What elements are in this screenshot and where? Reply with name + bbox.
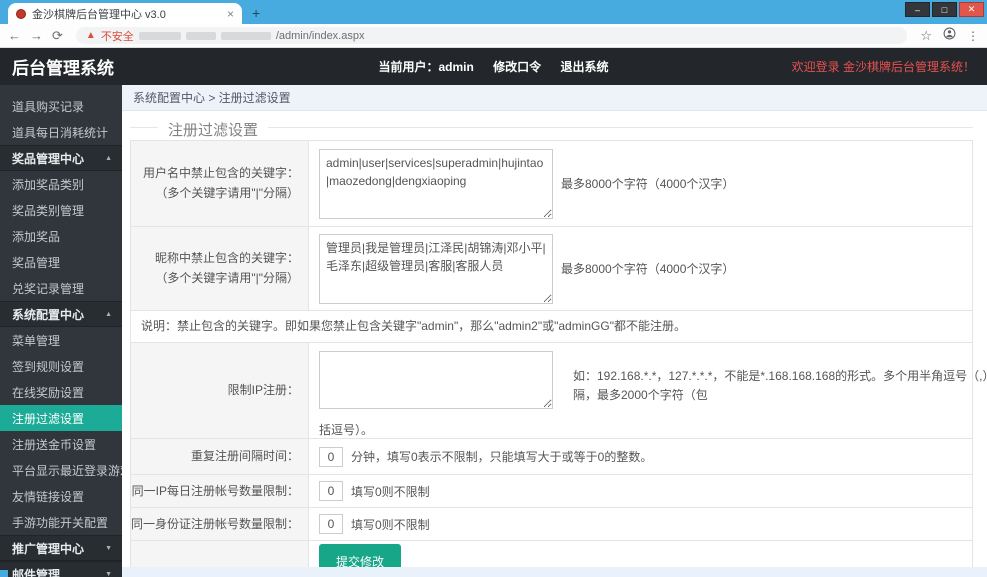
row-username-keywords: 用户名中禁止包含的关键字： （多个关键字请用"|"分隔） admin|user|… [131,141,972,227]
sidebar-item-prop-purchase-records[interactable]: 道具购买记录 [0,93,122,119]
current-user-label: 当前用户：admin [378,60,474,74]
reload-icon[interactable]: ⟳ [52,29,63,42]
security-warning-label: 不安全 [100,30,134,43]
ip-daily-limit-hint: 填写0则不限制 [351,484,430,499]
page-title: 注册过滤设置 [158,119,269,140]
username-keywords-sublabel: （多个关键字请用"|"分隔） [155,185,299,200]
idcard-limit-input[interactable] [319,514,343,535]
sidebar-section-mail[interactable]: 邮件管理 ▼ [0,561,122,577]
sidebar-section-prize-management[interactable]: 奖品管理中心 ▲ [0,145,122,171]
ip-limit-hint: 如：192.168.*.*，127.*.*.*，不能是*.168.168.168… [573,369,987,403]
back-icon[interactable]: ← [8,29,21,42]
minimize-button[interactable]: – [905,2,930,17]
ip-limit-hint-cont: 括逗号）。 [319,423,374,438]
ip-limit-label: 限制IP注册： [227,383,299,398]
footer [122,567,987,577]
sidebar-item-mobile-switches[interactable]: 手游功能开关配置 [0,509,122,535]
url-path: /admin/index.aspx [275,29,365,42]
sidebar-item-add-prize-category[interactable]: 添加奖品类别 [0,171,122,197]
logout-link[interactable]: 退出系统 [561,60,609,74]
main-panel: 系统配置中心 > 注册过滤设置 注册过滤设置 用户名中禁止包含的关键字： （多个… [122,85,987,577]
browser-tab[interactable]: 金沙棋牌后台管理中心 v3.0 × [8,3,242,24]
corner-decoration [0,570,8,577]
sidebar: 道具购买记录 道具每日消耗统计 奖品管理中心 ▲ 添加奖品类别 奖品类别管理 添加… [0,85,122,577]
site-favicon-icon [16,8,26,19]
window-controls: – □ ✕ [905,2,984,17]
redacted-domain-block [185,31,216,40]
chevron-up-icon: ▲ [105,310,112,318]
sidebar-section-system-config[interactable]: 系统配置中心 ▲ [0,301,122,327]
welcome-message: 欢迎登录 金沙棋牌后台管理系统！ [791,60,975,74]
profile-icon[interactable] [943,27,956,45]
new-tab-button[interactable]: + [252,5,260,21]
section-divider: 注册过滤设置 [130,119,973,140]
browser-toolbar: ← → ⟳ ▲ 不安全 /admin/index.aspx ☆ ⋮ [0,24,987,48]
ip-daily-limit-label: 同一IP每日注册帐号数量限制： [131,483,299,498]
repeat-interval-hint: 分钟，填写0表示不限制，只能填写大于或等于0的整数。 [351,450,653,465]
browser-titlebar: 金沙棋牌后台管理中心 v3.0 × + – □ ✕ [0,0,987,24]
sidebar-item-prize-category-management[interactable]: 奖品类别管理 [0,197,122,223]
idcard-limit-hint: 填写0则不限制 [351,517,430,532]
row-repeat-interval: 重复注册间隔时间： 分钟，填写0表示不限制，只能填写大于或等于0的整数。 [131,439,972,476]
repeat-interval-label: 重复注册间隔时间： [190,449,299,464]
maximize-button[interactable]: □ [932,2,957,17]
app-body: 道具购买记录 道具每日消耗统计 奖品管理中心 ▲ 添加奖品类别 奖品类别管理 添加… [0,85,987,577]
ip-daily-limit-input[interactable] [319,481,343,502]
sidebar-item-clipped[interactable] [0,85,122,93]
sidebar-item-online-rewards[interactable]: 在线奖励设置 [0,379,122,405]
sidebar-item-register-filter[interactable]: 注册过滤设置 [0,405,122,431]
sidebar-item-menu-management[interactable]: 菜单管理 [0,327,122,353]
sidebar-item-redeem-records[interactable]: 兑奖记录管理 [0,275,122,301]
chevron-down-icon: ▼ [105,544,112,552]
repeat-interval-input[interactable] [319,446,343,467]
redacted-domain-block [220,31,271,40]
address-bar[interactable]: ▲ 不安全 /admin/index.aspx [75,27,908,44]
close-button[interactable]: ✕ [959,2,984,17]
idcard-limit-label: 同一身份证注册帐号数量限制： [131,516,300,531]
nickname-keywords-hint: 最多8000个字符（4000个汉字） [561,262,735,276]
chevron-down-icon: ▼ [105,570,112,577]
username-keywords-label: 用户名中禁止包含的关键字： [142,166,299,181]
keywords-note: 说明：禁止包含的关键字。即如果您禁止包含关键字"admin"，那么"admin2… [131,311,972,344]
sidebar-item-checkin-rules[interactable]: 签到规则设置 [0,353,122,379]
bookmark-star-icon[interactable]: ☆ [920,28,932,44]
sidebar-item-add-prize[interactable]: 添加奖品 [0,223,122,249]
toolbar-right: ☆ ⋮ [920,27,979,45]
sidebar-item-prop-daily-consumption[interactable]: 道具每日消耗统计 [0,119,122,145]
username-keywords-textarea[interactable]: admin|user|services|superadmin|hujintao|… [319,148,553,219]
breadcrumb[interactable]: 系统配置中心 > 注册过滤设置 [122,85,987,111]
row-ip-daily-limit: 同一IP每日注册帐号数量限制： 填写0则不限制 [131,475,972,509]
settings-form: 用户名中禁止包含的关键字： （多个关键字请用"|"分隔） admin|user|… [130,140,987,577]
redacted-domain-block [138,31,181,40]
app-header: 后台管理系统 当前用户：admin 修改口令 退出系统 欢迎登录 金沙棋牌后台管… [0,48,987,85]
app-logo: 后台管理系统 [12,59,114,78]
sidebar-item-friend-links[interactable]: 友情链接设置 [0,483,122,509]
row-nickname-keywords: 昵称中禁止包含的关键字： （多个关键字请用"|"分隔） 管理员|我是管理员|江泽… [131,227,972,311]
forward-icon[interactable]: → [30,29,43,42]
ip-limit-textarea[interactable] [319,351,553,410]
security-warning-icon: ▲ [85,29,96,41]
content: 注册过滤设置 用户名中禁止包含的关键字： （多个关键字请用"|"分隔） admi… [122,111,987,577]
sidebar-section-promotion[interactable]: 推广管理中心 ▼ [0,535,122,561]
browser-menu-icon[interactable]: ⋮ [967,29,979,43]
chevron-up-icon: ▲ [105,154,112,162]
sidebar-item-register-gold[interactable]: 注册送金币设置 [0,431,122,457]
nickname-keywords-textarea[interactable]: 管理员|我是管理员|江泽民|胡锦涛|邓小平|毛泽东|超级管理员|客服|客服人员 [319,233,553,304]
nickname-keywords-sublabel: （多个关键字请用"|"分隔） [155,270,299,285]
change-password-link[interactable]: 修改口令 [493,60,541,74]
sidebar-item-prize-management[interactable]: 奖品管理 [0,249,122,275]
browser-window: 金沙棋牌后台管理中心 v3.0 × + – □ ✕ ← → ⟳ ▲ 不安全 /a… [0,0,987,577]
tab-close-icon[interactable]: × [227,8,234,20]
sidebar-item-recent-games-display[interactable]: 平台显示最近登录游戏... [0,457,122,483]
row-ip-limit: 限制IP注册： 如：192.168.*.*，127.*.*.*，不能是*.168… [131,343,987,440]
row-idcard-limit: 同一身份证注册帐号数量限制： 填写0则不限制 [131,508,972,542]
tab-title: 金沙棋牌后台管理中心 v3.0 [32,8,166,21]
nickname-keywords-label: 昵称中禁止包含的关键字： [154,251,299,266]
username-keywords-hint: 最多8000个字符（4000个汉字） [561,177,735,191]
